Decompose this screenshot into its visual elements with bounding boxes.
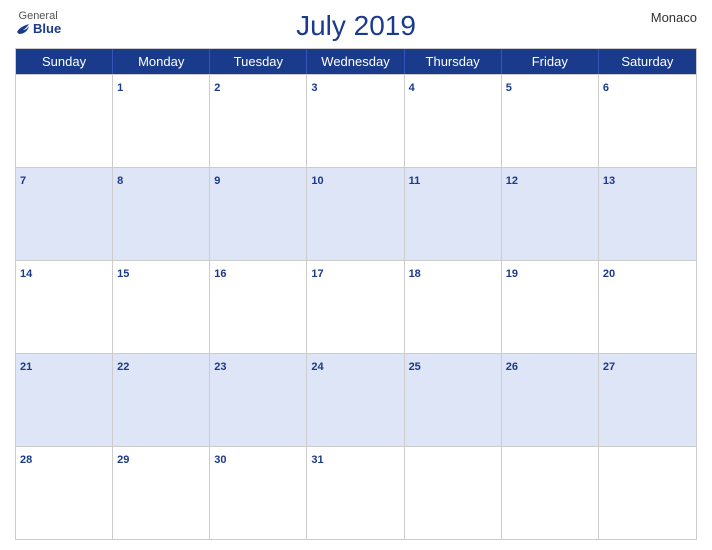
calendar-cell: 24 bbox=[307, 354, 404, 446]
calendar-cell: 4 bbox=[405, 75, 502, 167]
day-number: 11 bbox=[409, 175, 421, 187]
country-label: Monaco bbox=[651, 10, 697, 25]
calendar-cell: 16 bbox=[210, 261, 307, 353]
weekday-header: Tuesday bbox=[210, 49, 307, 74]
calendar-cell: 26 bbox=[502, 354, 599, 446]
calendar-cell: 12 bbox=[502, 168, 599, 260]
day-number: 22 bbox=[117, 361, 129, 373]
day-number: 24 bbox=[311, 361, 323, 373]
day-number: 31 bbox=[311, 454, 323, 466]
calendar-week: 28 29 30 31 bbox=[16, 446, 696, 539]
weekday-header: Sunday bbox=[16, 49, 113, 74]
calendar-cell: 31 bbox=[307, 447, 404, 539]
calendar-cell: 7 bbox=[16, 168, 113, 260]
calendar-cell: 19 bbox=[502, 261, 599, 353]
day-number: 16 bbox=[214, 268, 226, 280]
calendar-header: SundayMondayTuesdayWednesdayThursdayFrid… bbox=[16, 49, 696, 74]
day-number: 27 bbox=[603, 361, 615, 373]
calendar-cell: 25 bbox=[405, 354, 502, 446]
calendar-cell: 1 bbox=[113, 75, 210, 167]
day-number: 17 bbox=[311, 268, 323, 280]
day-number: 9 bbox=[214, 175, 220, 187]
day-number: 4 bbox=[409, 82, 415, 94]
logo-bird-icon bbox=[15, 22, 31, 36]
day-number: 2 bbox=[214, 82, 220, 94]
calendar-week: 14 15 16 17 18 19 20 bbox=[16, 260, 696, 353]
calendar-cell: 28 bbox=[16, 447, 113, 539]
calendar-cell bbox=[405, 447, 502, 539]
weekday-header: Thursday bbox=[405, 49, 502, 74]
day-number: 28 bbox=[20, 454, 32, 466]
calendar-body: 1234567891011121314151617181920212223242… bbox=[16, 74, 696, 539]
day-number: 21 bbox=[20, 361, 32, 373]
calendar-cell: 22 bbox=[113, 354, 210, 446]
calendar-cell: 21 bbox=[16, 354, 113, 446]
calendar-cell: 18 bbox=[405, 261, 502, 353]
day-number: 23 bbox=[214, 361, 226, 373]
logo: General Blue bbox=[15, 10, 61, 36]
calendar-cell: 6 bbox=[599, 75, 696, 167]
calendar-page: General Blue July 2019 Monaco SundayMond… bbox=[0, 0, 712, 550]
calendar-week: 21 22 23 24 25 26 27 bbox=[16, 353, 696, 446]
calendar-cell: 20 bbox=[599, 261, 696, 353]
day-number: 6 bbox=[603, 82, 609, 94]
day-number: 3 bbox=[311, 82, 317, 94]
page-title: July 2019 bbox=[296, 10, 416, 42]
weekday-header: Wednesday bbox=[307, 49, 404, 74]
calendar-cell: 13 bbox=[599, 168, 696, 260]
day-number: 18 bbox=[409, 268, 421, 280]
day-number: 1 bbox=[117, 82, 123, 94]
calendar-cell: 5 bbox=[502, 75, 599, 167]
page-header: General Blue July 2019 Monaco bbox=[15, 10, 697, 42]
day-number: 12 bbox=[506, 175, 518, 187]
day-number: 5 bbox=[506, 82, 512, 94]
calendar-week: 1 2 3 4 5 6 bbox=[16, 74, 696, 167]
calendar-cell: 10 bbox=[307, 168, 404, 260]
calendar: SundayMondayTuesdayWednesdayThursdayFrid… bbox=[15, 48, 697, 540]
day-number: 30 bbox=[214, 454, 226, 466]
calendar-cell bbox=[16, 75, 113, 167]
day-number: 10 bbox=[311, 175, 323, 187]
logo-blue-text: Blue bbox=[15, 22, 61, 36]
calendar-cell: 3 bbox=[307, 75, 404, 167]
day-number: 8 bbox=[117, 175, 123, 187]
calendar-cell bbox=[502, 447, 599, 539]
day-number: 7 bbox=[20, 175, 26, 187]
day-number: 26 bbox=[506, 361, 518, 373]
day-number: 20 bbox=[603, 268, 615, 280]
weekday-header: Monday bbox=[113, 49, 210, 74]
calendar-cell: 14 bbox=[16, 261, 113, 353]
day-number: 15 bbox=[117, 268, 129, 280]
calendar-cell: 23 bbox=[210, 354, 307, 446]
day-number: 25 bbox=[409, 361, 421, 373]
weekday-header: Friday bbox=[502, 49, 599, 74]
day-number: 14 bbox=[20, 268, 32, 280]
calendar-cell: 17 bbox=[307, 261, 404, 353]
calendar-week: 7 8 9 10 11 12 13 bbox=[16, 167, 696, 260]
calendar-cell bbox=[599, 447, 696, 539]
calendar-cell: 27 bbox=[599, 354, 696, 446]
calendar-cell: 29 bbox=[113, 447, 210, 539]
calendar-cell: 9 bbox=[210, 168, 307, 260]
weekday-header: Saturday bbox=[599, 49, 696, 74]
calendar-cell: 8 bbox=[113, 168, 210, 260]
day-number: 29 bbox=[117, 454, 129, 466]
day-number: 19 bbox=[506, 268, 518, 280]
calendar-cell: 15 bbox=[113, 261, 210, 353]
calendar-cell: 11 bbox=[405, 168, 502, 260]
calendar-cell: 30 bbox=[210, 447, 307, 539]
day-number: 13 bbox=[603, 175, 615, 187]
calendar-cell: 2 bbox=[210, 75, 307, 167]
